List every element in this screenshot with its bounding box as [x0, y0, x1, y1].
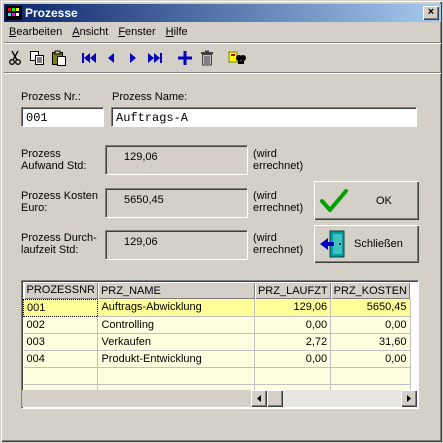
title-bar[interactable]: Prozesse × — [4, 4, 441, 22]
last-record-icon — [148, 53, 162, 63]
horizontal-scrollbar[interactable] — [251, 390, 417, 407]
add-record-icon — [178, 51, 192, 65]
scrollbar-thumb[interactable] — [267, 390, 283, 407]
menu-label: ilfe — [173, 26, 188, 38]
menu-label: nsicht — [79, 26, 109, 38]
paste-button[interactable] — [48, 47, 70, 69]
scroll-right-button[interactable] — [401, 390, 417, 407]
table-row[interactable]: 003 Verkaufen 2,72 31,60 — [23, 333, 411, 351]
paste-icon — [52, 50, 66, 66]
cell-prz-kosten[interactable]: 5650,45 — [330, 299, 411, 317]
toolbar — [4, 45, 248, 71]
previous-record-button[interactable] — [100, 47, 122, 69]
next-record-icon — [130, 53, 136, 63]
cell-prz-laufzt[interactable]: 0,00 — [254, 350, 332, 368]
table-row-empty[interactable] — [23, 367, 411, 385]
close-window-button[interactable]: × — [423, 6, 439, 20]
last-record-button[interactable] — [144, 47, 166, 69]
column-header-prozessnr[interactable]: PROZESSNR — [23, 282, 98, 299]
process-table: PROZESSNR PRZ_NAME PRZ_LAUFZT PRZ_KOSTEN… — [22, 282, 411, 402]
close-button[interactable]: Schließen — [314, 225, 419, 263]
cell-prz-kosten[interactable]: 0,00 — [330, 316, 411, 334]
menu-bearbeiten[interactable]: Bearbeiten — [4, 23, 67, 41]
prozess-name-label: Prozess Name: — [112, 91, 188, 103]
menu-bar: Bearbeiten Ansicht Fenster Hilfe — [4, 23, 193, 41]
search-button[interactable] — [226, 47, 248, 69]
checkmark-icon — [320, 188, 348, 212]
app-icon — [6, 6, 22, 20]
cell-prz-kosten[interactable]: 0,00 — [330, 350, 411, 368]
arrow-left-icon — [257, 395, 261, 402]
column-header-prz-name[interactable]: PRZ_NAME — [97, 282, 255, 299]
column-header-prz-laufzt[interactable]: PRZ_LAUFZT — [254, 282, 331, 299]
kosten-value-text: 5650,45 — [124, 194, 164, 206]
next-record-button[interactable] — [122, 47, 144, 69]
arrow-right-icon — [407, 395, 411, 402]
grid-scroll-spacer — [22, 390, 251, 407]
first-record-button[interactable] — [78, 47, 100, 69]
cut-button[interactable] — [4, 47, 26, 69]
previous-record-icon — [108, 53, 114, 63]
cell-prozessnr[interactable]: 001 — [22, 298, 99, 317]
menu-ansicht[interactable]: Ansicht — [67, 23, 113, 41]
prozesse-window: Prozesse × Bearbeiten Ansicht Fenster Hi… — [0, 0, 443, 443]
ok-button-label: OK — [376, 194, 392, 207]
cell-prz-name[interactable]: Controlling — [97, 316, 256, 334]
first-record-icon — [82, 53, 96, 63]
cell-prz-name[interactable]: Auftrags-Abwicklung — [97, 299, 256, 317]
cell-prozessnr[interactable]: 003 — [23, 333, 99, 351]
cell-prz-kosten[interactable]: 31,60 — [330, 333, 411, 351]
kosten-computed-note-2: errechnet) — [253, 202, 304, 214]
add-record-button[interactable] — [174, 47, 196, 69]
cell-prozessnr[interactable]: 004 — [23, 350, 99, 368]
aufwand-computed-note-2: errechnet) — [253, 160, 304, 172]
laufzeit-label-line2: laufzeit Std: — [21, 244, 79, 256]
table-header-row: PROZESSNR PRZ_NAME PRZ_LAUFZT PRZ_KOSTEN — [23, 282, 411, 299]
aufwand-label-line2: Aufwand Std: — [21, 160, 87, 172]
prozess-name-field[interactable]: Auftrags-A — [111, 107, 417, 127]
cell-prozessnr[interactable]: 002 — [23, 316, 99, 334]
laufzeit-value: 129,06 — [105, 230, 248, 260]
cell-prz-laufzt[interactable]: 2,72 — [254, 333, 332, 351]
menu-label: enster — [125, 26, 156, 38]
scroll-left-button[interactable] — [251, 390, 267, 407]
copy-button[interactable] — [26, 47, 48, 69]
delete-record-icon — [201, 50, 213, 66]
cut-icon — [9, 50, 21, 65]
aufwand-value: 129,06 — [105, 145, 248, 175]
menu-fenster[interactable]: Fenster — [113, 23, 160, 41]
prozess-nr-field[interactable]: 001 — [21, 107, 104, 127]
table-row[interactable]: 002 Controlling 0,00 0,00 — [23, 316, 411, 334]
menu-accel: A — [72, 26, 80, 38]
table-row[interactable]: 001 Auftrags-Abwicklung 129,06 5650,45 — [22, 298, 411, 317]
search-icon — [228, 51, 246, 64]
delete-record-button[interactable] — [196, 47, 218, 69]
toolbar-bottom-divider — [4, 72, 441, 74]
cell-prz-laufzt[interactable]: 0,00 — [254, 316, 332, 334]
kosten-value: 5650,45 — [105, 188, 248, 218]
toolbar-top-divider — [4, 42, 441, 44]
laufzeit-computed-note-2: errechnet) — [253, 244, 304, 256]
menu-accel: H — [165, 26, 174, 38]
copy-icon — [30, 51, 44, 65]
column-header-prz-kosten[interactable]: PRZ_KOSTEN — [330, 282, 411, 299]
cell-prz-name[interactable]: Produkt-Entwicklung — [97, 350, 256, 368]
close-button-label: Schließen — [354, 238, 403, 250]
laufzeit-value-text: 129,06 — [124, 236, 158, 248]
prozess-nr-label: Prozess Nr.: — [21, 91, 81, 103]
menu-label: earbeiten — [16, 26, 63, 38]
menu-hilfe[interactable]: Hilfe — [161, 23, 193, 41]
ok-button[interactable]: OK — [314, 181, 419, 220]
cell-prz-laufzt[interactable]: 129,06 — [254, 299, 332, 317]
cell-prz-name[interactable]: Verkaufen — [97, 333, 256, 351]
aufwand-value-text: 129,06 — [124, 151, 158, 163]
window-title: Prozesse — [25, 6, 78, 20]
kosten-label-line2: Euro: — [21, 202, 48, 214]
exit-door-icon — [320, 230, 345, 258]
table-row[interactable]: 004 Produkt-Entwicklung 0,00 0,00 — [23, 350, 411, 368]
